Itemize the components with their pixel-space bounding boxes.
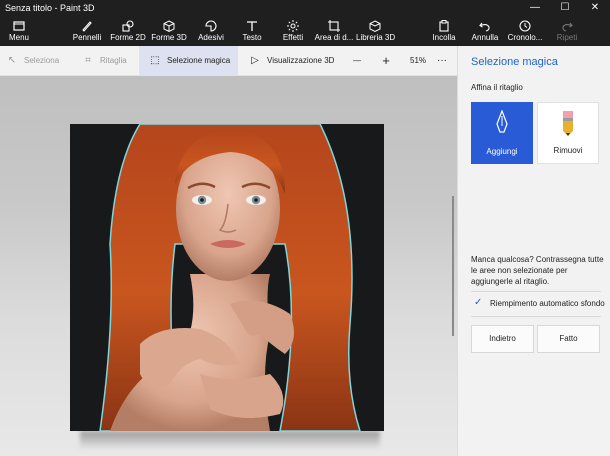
- redo-button[interactable]: Ripeti: [553, 16, 581, 46]
- select-label: Seleziona: [24, 56, 60, 65]
- paste-label: Incolla: [432, 33, 456, 42]
- text-icon: [247, 21, 257, 31]
- portrait-illustration: [70, 124, 384, 431]
- zoom-level: 51%: [410, 56, 427, 65]
- paste-button[interactable]: Incolla: [430, 16, 458, 46]
- canvas-area[interactable]: [0, 76, 457, 456]
- canvas-shadow: [80, 431, 380, 449]
- eraser-icon: [563, 111, 573, 136]
- window-title: Senza titolo - Paint 3D: [5, 3, 95, 13]
- add-button[interactable]: Aggiungi: [471, 102, 533, 164]
- zoom-in-button[interactable]: +: [380, 46, 392, 76]
- folder-icon: [13, 21, 25, 31]
- magic-select-label: Selezione magica: [167, 56, 231, 65]
- tool-shapes-3d[interactable]: Forme 3D: [150, 16, 188, 46]
- tool-brushes[interactable]: Pennelli: [70, 16, 104, 46]
- shapes-2d-icon: [122, 20, 134, 32]
- undo-icon: [479, 22, 490, 32]
- remove-label: Rimuovi: [553, 146, 583, 155]
- done-button[interactable]: Fatto: [537, 325, 600, 353]
- history-label: Cronolo...: [507, 33, 543, 42]
- view-3d-toggle[interactable]: ▷ Visualizzazione 3D: [249, 46, 334, 76]
- magic-select-panel: Selezione magica Affina il ritaglio Aggi…: [457, 46, 610, 456]
- tool-label: Testo: [242, 33, 262, 42]
- remove-button[interactable]: Rimuovi: [537, 102, 599, 164]
- history-button[interactable]: Cronolo...: [507, 16, 543, 46]
- tool-library-3d[interactable]: Libreria 3D: [356, 16, 396, 46]
- redo-icon: [562, 22, 573, 32]
- magic-select-tool[interactable]: ⬚ Selezione magica: [139, 46, 238, 76]
- selection-toolbar: ↖ Seleziona ⌗ Ritaglia ⬚ Selezione magica ▷…: [0, 46, 457, 76]
- tool-label: Libreria 3D: [356, 33, 396, 42]
- menu-button[interactable]: Menu: [4, 16, 34, 46]
- view-3d-label: Visualizzazione 3D: [267, 56, 335, 65]
- cursor-icon: ↖: [7, 55, 17, 66]
- vertical-scrollbar[interactable]: [452, 196, 454, 336]
- undo-label: Annulla: [471, 33, 499, 42]
- brush-icon: [82, 21, 92, 32]
- maximize-button[interactable]: ☐: [550, 0, 580, 16]
- divider: [471, 316, 601, 317]
- autofill-checkbox[interactable]: ✓: [474, 298, 484, 308]
- select-tool[interactable]: ↖ Seleziona: [6, 46, 59, 76]
- more-options-button[interactable]: ···: [437, 46, 447, 76]
- paste-icon: [439, 20, 449, 32]
- crop-label: Ritaglia: [100, 56, 127, 65]
- zoom-out-button[interactable]: —: [351, 46, 363, 76]
- view-3d-icon: ▷: [251, 55, 259, 66]
- effects-icon: [287, 20, 299, 32]
- portrait-image[interactable]: [70, 124, 384, 431]
- tool-shapes-2d[interactable]: Forme 2D: [108, 16, 148, 46]
- tool-effects[interactable]: Effetti: [278, 16, 308, 46]
- ribbon: Menu Pennelli Forme 2D Forme 3D Adesivi …: [0, 16, 610, 46]
- tool-canvas[interactable]: Area di d...: [314, 16, 354, 46]
- tool-text[interactable]: Testo: [238, 16, 266, 46]
- minimize-button[interactable]: —: [520, 0, 550, 16]
- tool-stickers[interactable]: Adesivi: [194, 16, 228, 46]
- divider: [471, 291, 601, 292]
- tool-label: Pennelli: [72, 33, 102, 42]
- tool-label: Area di d...: [314, 33, 354, 42]
- undo-button[interactable]: Annulla: [470, 16, 500, 46]
- menu-label: Menu: [8, 33, 29, 42]
- sticker-icon: [205, 20, 217, 32]
- redo-label: Ripeti: [556, 33, 578, 42]
- tool-label: Effetti: [282, 33, 304, 42]
- panel-subtitle: Affina il ritaglio: [471, 83, 523, 92]
- cube-icon: [163, 20, 175, 33]
- close-button[interactable]: ✕: [580, 0, 610, 16]
- canvas-icon: [328, 20, 340, 32]
- pen-icon: [496, 109, 508, 133]
- magic-select-icon: ⬚: [150, 55, 160, 66]
- refine-hint: Manca qualcosa? Contrassegna tutte le ar…: [471, 255, 604, 286]
- tool-label: Adesivi: [198, 33, 224, 42]
- library-3d-icon: [369, 20, 381, 33]
- crop-icon: ⌗: [85, 55, 91, 66]
- back-button[interactable]: Indietro: [471, 325, 534, 353]
- tool-label: Forme 2D: [110, 33, 146, 42]
- add-label: Aggiungi: [486, 147, 518, 156]
- history-icon: [519, 20, 531, 32]
- crop-tool[interactable]: ⌗ Ritaglia: [82, 46, 127, 76]
- panel-title: Selezione magica: [471, 56, 558, 68]
- tool-label: Forme 3D: [151, 33, 187, 42]
- title-bar: Senza titolo - Paint 3D — ☐ ✕: [0, 0, 610, 16]
- autofill-label: Riempimento automatico sfondo: [490, 299, 605, 308]
